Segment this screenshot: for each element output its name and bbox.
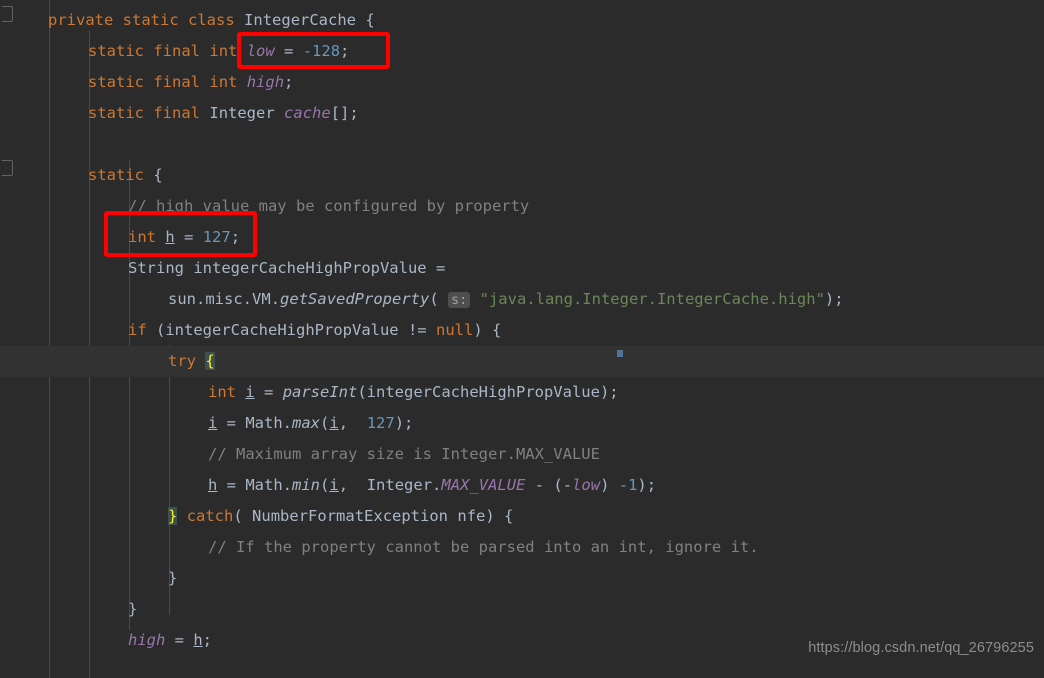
code-line[interactable]: int i = parseInt(integerCacheHighPropVal… bbox=[0, 377, 1044, 408]
code-line[interactable]: } catch( NumberFormatException nfe) { bbox=[0, 501, 1044, 532]
code-line[interactable]: // Maximum array size is Integer.MAX_VAL… bbox=[0, 439, 1044, 470]
code-line[interactable]: private static class IntegerCache { bbox=[0, 5, 1044, 36]
code-line-current[interactable]: try { bbox=[0, 346, 1044, 377]
code-line[interactable]: String integerCacheHighPropValue = bbox=[0, 253, 1044, 284]
code-line[interactable]: sun.misc.VM.getSavedProperty( s: "java.l… bbox=[0, 284, 1044, 315]
code-editor[interactable]: private static class IntegerCache { stat… bbox=[0, 0, 1044, 678]
code-line[interactable]: h = Math.min(i, Integer.MAX_VALUE - (-lo… bbox=[0, 470, 1044, 501]
code-line[interactable]: // If the property cannot be parsed into… bbox=[0, 532, 1044, 563]
code-line[interactable]: // high value may be configured by prope… bbox=[0, 191, 1044, 222]
code-line[interactable]: } bbox=[0, 563, 1044, 594]
code-line[interactable] bbox=[0, 129, 1044, 160]
matching-brace-close: } bbox=[168, 507, 178, 525]
parameter-hint: s: bbox=[448, 292, 471, 308]
code-line[interactable]: int h = 127; bbox=[0, 222, 1044, 253]
matching-brace-open: { bbox=[205, 352, 215, 370]
watermark-url: https://blog.csdn.net/qq_26796255 bbox=[808, 639, 1034, 656]
code-line[interactable]: i = Math.max(i, 127); bbox=[0, 408, 1044, 439]
code-line[interactable]: } bbox=[0, 594, 1044, 625]
code-line[interactable]: static final Integer cache[]; bbox=[0, 98, 1044, 129]
code-line[interactable]: static final int low = -128; bbox=[0, 36, 1044, 67]
code-line[interactable]: if (integerCacheHighPropValue != null) { bbox=[0, 315, 1044, 346]
code-line[interactable]: static { bbox=[0, 160, 1044, 191]
code-line[interactable]: static final int high; bbox=[0, 67, 1044, 98]
